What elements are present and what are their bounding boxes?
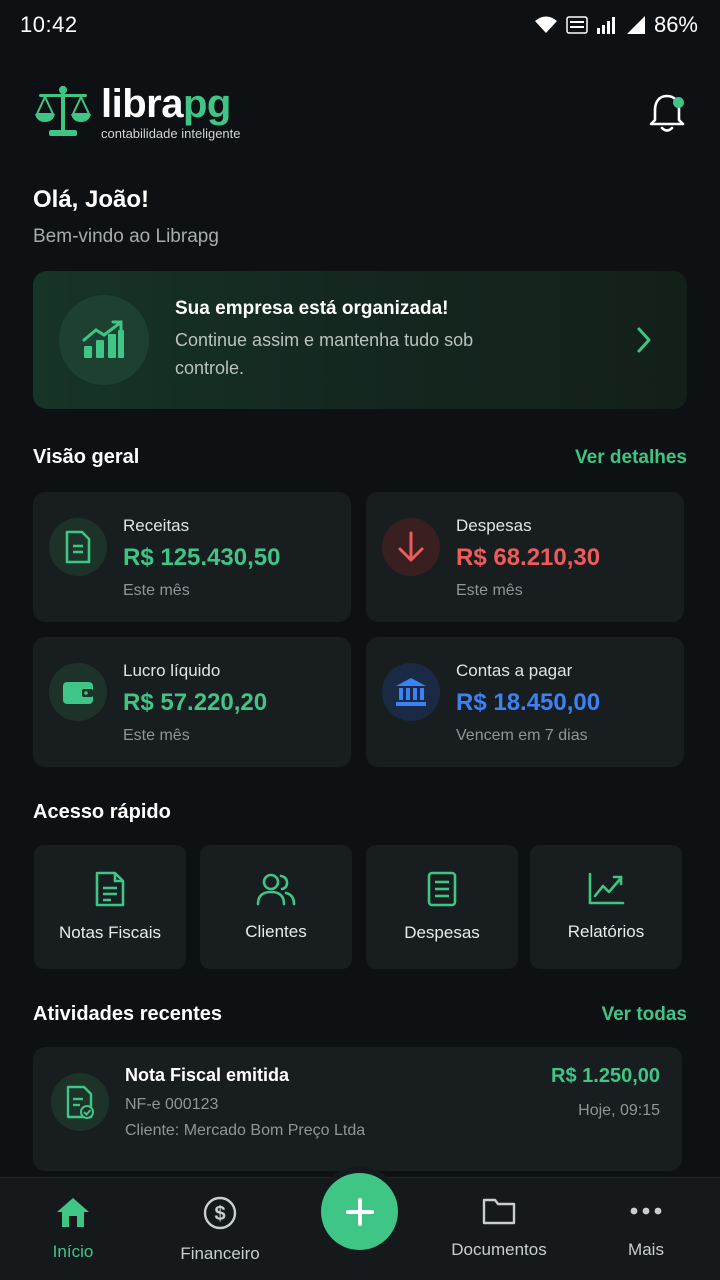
greeting-subtitle: Bem-vindo ao Librapg [33, 226, 219, 247]
net-profit-card[interactable]: Lucro líquido R$ 57.220,20 Este mês [33, 637, 351, 767]
list-document-icon [427, 871, 457, 907]
tab-financial[interactable]: $ Financeiro [155, 1196, 285, 1264]
greeting-title: Olá, João! [33, 186, 150, 213]
recent-header: Atividades recentes Ver todas [33, 1003, 687, 1026]
signal-icon-2 [626, 16, 645, 34]
banner-text: Continue assim e mantenha tudo sob contr… [175, 330, 474, 378]
activity-time: Hoje, 09:15 [578, 1102, 660, 1119]
invoice-check-icon [66, 1085, 94, 1119]
dollar-circle-icon: $ [203, 1196, 237, 1230]
recent-see-all-link[interactable]: Ver todas [601, 1004, 687, 1026]
card-sub: Este mês [456, 582, 523, 599]
quick-access-label: Clientes [245, 922, 307, 941]
quick-access-label: Notas Fiscais [58, 923, 162, 942]
notifications-button[interactable] [647, 90, 687, 134]
arrow-down-icon [398, 531, 424, 562]
banner-title: Sua empresa está organizada! [175, 298, 449, 319]
quick-access-invoices[interactable]: Notas Fiscais [34, 845, 186, 969]
tab-label: Documentos [451, 1240, 547, 1259]
chevron-right-icon [637, 327, 651, 353]
activity-item[interactable]: Nota Fiscal emitida NF-e 000123 Cliente:… [33, 1047, 682, 1171]
scale-icon [35, 86, 91, 136]
users-icon [256, 873, 296, 906]
home-icon [57, 1198, 89, 1227]
app-header: librapg contabilidade inteligente [33, 80, 687, 144]
status-banner[interactable]: Sua empresa está organizada! Continue as… [33, 271, 687, 409]
card-label: Lucro líquido [123, 661, 221, 680]
wallet-icon [63, 682, 93, 704]
revenue-card[interactable]: Receitas R$ 125.430,50 Este mês [33, 492, 351, 622]
card-sub: Este mês [123, 582, 190, 599]
expenses-card[interactable]: Despesas R$ 68.210,30 Este mês [366, 492, 684, 622]
status-time: 10:42 [20, 12, 78, 37]
invoice-icon [95, 871, 125, 907]
document-icon [65, 530, 91, 564]
activity-amount: R$ 1.250,00 [551, 1065, 660, 1087]
chart-line-icon [588, 872, 625, 905]
banner-icon-wrap [59, 295, 149, 385]
quick-access-expenses[interactable]: Despesas [366, 845, 518, 969]
battery-level: 86% [653, 12, 698, 37]
status-bar: 10:42 86% [0, 0, 720, 50]
tab-more[interactable]: Mais [581, 1196, 711, 1260]
activity-client: Cliente: Mercado Bom Preço Ltda [125, 1122, 366, 1139]
logo: librapg contabilidade inteligente [33, 84, 241, 141]
logo-subtitle: contabilidade inteligente [101, 125, 241, 141]
overview-title: Visão geral [33, 446, 140, 468]
more-dots-icon [630, 1207, 662, 1215]
card-label: Contas a pagar [456, 661, 573, 680]
bell-icon [649, 94, 685, 132]
activity-title: Nota Fiscal emitida [125, 1065, 290, 1085]
bills-icon-wrap [382, 663, 440, 721]
overview-header: Visão geral Ver detalhes [33, 446, 687, 469]
net-profit-icon-wrap [49, 663, 107, 721]
card-label: Despesas [456, 516, 532, 535]
quick-access-reports[interactable]: Relatórios [530, 845, 682, 969]
greeting: Olá, João! Bem-vindo ao Librapg [33, 186, 219, 248]
quick-access-clients[interactable]: Clientes [200, 845, 352, 969]
quick-access-label: Despesas [404, 923, 480, 942]
activity-doc-number: NF-e 000123 [125, 1096, 219, 1113]
card-sub: Este mês [123, 727, 190, 744]
tab-label: Financeiro [180, 1244, 260, 1263]
tab-label: Início [52, 1242, 94, 1261]
card-label: Receitas [123, 516, 190, 535]
folder-icon [482, 1198, 516, 1225]
activity-icon-wrap [51, 1073, 109, 1131]
tab-home[interactable]: Início [8, 1196, 138, 1262]
card-value: R$ 125.430,50 [123, 544, 281, 571]
overview-details-link[interactable]: Ver detalhes [575, 447, 687, 469]
recent-title: Atividades recentes [33, 1003, 222, 1025]
card-sub: Vencem em 7 dias [456, 727, 588, 744]
quick-access-title: Acesso rápido [33, 801, 171, 823]
svg-text:$: $ [214, 1203, 225, 1225]
logo-wordmark: librapg [101, 81, 231, 126]
bills-card[interactable]: Contas a pagar R$ 18.450,00 Vencem em 7 … [366, 637, 684, 767]
add-button[interactable] [321, 1173, 398, 1250]
status-icons: 86% [534, 12, 698, 38]
notification-dot [673, 97, 684, 108]
tab-documents[interactable]: Documentos [434, 1196, 564, 1260]
quick-access-header: Acesso rápido [33, 801, 687, 824]
card-value: R$ 57.220,20 [123, 689, 268, 716]
tab-label: Mais [628, 1240, 664, 1259]
growth-chart-icon [82, 320, 124, 358]
quick-access-label: Relatórios [567, 922, 645, 941]
card-value: R$ 18.450,00 [456, 689, 601, 716]
expenses-icon-wrap [382, 518, 440, 576]
card-value: R$ 68.210,30 [456, 544, 601, 571]
volte-icon [566, 16, 588, 34]
plus-icon [345, 1197, 374, 1226]
signal-icon [596, 17, 615, 34]
wifi-icon [534, 16, 557, 33]
bank-icon [396, 678, 426, 706]
revenue-icon-wrap [49, 518, 107, 576]
